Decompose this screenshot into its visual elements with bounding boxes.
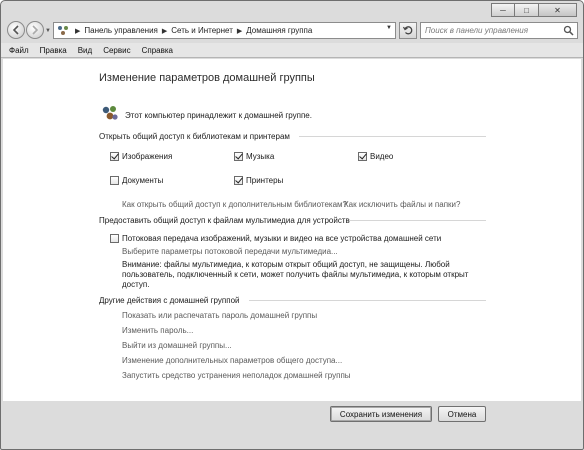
checkbox-pictures[interactable]: [110, 152, 119, 161]
checkbox-videos-label[interactable]: Видео: [370, 152, 393, 161]
back-button[interactable]: [7, 21, 25, 39]
close-icon: ✕: [554, 5, 561, 15]
breadcrumb-separator-icon: ▶: [161, 27, 168, 35]
caption-buttons: ─ □ ✕: [491, 3, 577, 17]
menu-view[interactable]: Вид: [78, 46, 92, 55]
arrow-left-icon: [12, 25, 19, 35]
breadcrumb-control-panel[interactable]: Панель управления: [84, 26, 158, 35]
content-area: Изменение параметров домашней группы Это…: [3, 59, 581, 401]
footer-bar: Сохранить изменения Отмена: [3, 401, 581, 449]
network-icon: [58, 26, 68, 35]
section-divider: [349, 220, 486, 221]
media-section-heading: Предоставить общий доступ к файлам мульт…: [99, 216, 350, 225]
breadcrumb-separator-icon: ▶: [236, 27, 243, 35]
menu-file[interactable]: Файл: [9, 46, 29, 55]
exclude-files-link[interactable]: Как исключить файлы и папки?: [344, 200, 460, 209]
checkbox-printers-label[interactable]: Принтеры: [246, 176, 283, 185]
homegroup-icon: [102, 106, 118, 120]
search-box[interactable]: Поиск в панели управления: [420, 22, 578, 39]
breadcrumb-network[interactable]: Сеть и Интернет: [171, 26, 233, 35]
section-divider: [249, 300, 486, 301]
media-warning-text: Внимание: файлы мультимедиа, к которым о…: [122, 260, 469, 289]
checkbox-pictures-label[interactable]: Изображения: [122, 152, 172, 161]
address-bar[interactable]: ▶ Панель управления ▶ Сеть и Интернет ▶ …: [53, 22, 396, 39]
troubleshooter-link[interactable]: Запустить средство устранения неполадок …: [122, 371, 351, 380]
refresh-icon: [402, 26, 412, 35]
page-title: Изменение параметров домашней группы: [99, 72, 315, 84]
media-streaming-label[interactable]: Потоковая передача изображений, музыки и…: [122, 234, 441, 243]
address-chevron-down-icon[interactable]: ▼: [386, 25, 392, 31]
search-icon[interactable]: [563, 25, 574, 36]
menu-help[interactable]: Справка: [142, 46, 173, 55]
streaming-options-link[interactable]: Выберите параметры потоковой передачи му…: [122, 247, 338, 256]
search-input[interactable]: Поиск в панели управления: [425, 26, 528, 35]
navigation-bar: ▼ ▶ Панель управления ▶ Сеть и Интернет …: [1, 19, 583, 43]
menu-tools[interactable]: Сервис: [103, 46, 130, 55]
menu-bar: Файл Правка Вид Сервис Справка: [1, 43, 583, 58]
advanced-sharing-link[interactable]: Изменение дополнительных параметров обще…: [122, 356, 342, 365]
save-changes-button[interactable]: Сохранить изменения: [330, 406, 432, 422]
other-actions-heading: Другие действия с домашней группой: [99, 296, 240, 305]
checkbox-documents[interactable]: [110, 176, 119, 185]
change-password-link[interactable]: Изменить пароль...: [122, 326, 193, 335]
checkbox-music-label[interactable]: Музыка: [246, 152, 274, 161]
checkbox-media-streaming[interactable]: [110, 234, 119, 243]
checkbox-music[interactable]: [234, 152, 243, 161]
share-section-heading: Открыть общий доступ к библиотекам и при…: [99, 132, 290, 141]
show-password-link[interactable]: Показать или распечатать пароль домашней…: [122, 311, 317, 320]
leave-homegroup-link[interactable]: Выйти из домашней группы...: [122, 341, 232, 350]
recent-pages-chevron-down-icon[interactable]: ▼: [45, 28, 51, 34]
minimize-button[interactable]: ─: [491, 3, 515, 17]
maximize-icon: □: [524, 5, 529, 15]
arrow-right-icon: [32, 25, 39, 35]
cancel-button[interactable]: Отмена: [438, 406, 486, 422]
minimize-icon: ─: [500, 5, 506, 15]
refresh-button[interactable]: [399, 22, 417, 39]
menu-edit[interactable]: Правка: [40, 46, 67, 55]
forward-button[interactable]: [26, 21, 44, 39]
checkbox-documents-label[interactable]: Документы: [122, 176, 163, 185]
section-divider: [299, 136, 486, 137]
close-button[interactable]: ✕: [539, 3, 577, 17]
membership-text: Этот компьютер принадлежит к домашней гр…: [125, 111, 312, 120]
control-panel-window: ─ □ ✕ ▼ ▶ Панель управления ▶ Сеть и Инт…: [0, 0, 584, 450]
checkbox-printers[interactable]: [234, 176, 243, 185]
checkbox-videos[interactable]: [358, 152, 367, 161]
breadcrumb-separator-icon: ▶: [75, 27, 81, 35]
breadcrumb-homegroup[interactable]: Домашняя группа: [246, 26, 312, 35]
maximize-button[interactable]: □: [515, 3, 539, 17]
more-libraries-link[interactable]: Как открыть общий доступ к дополнительны…: [122, 200, 347, 209]
